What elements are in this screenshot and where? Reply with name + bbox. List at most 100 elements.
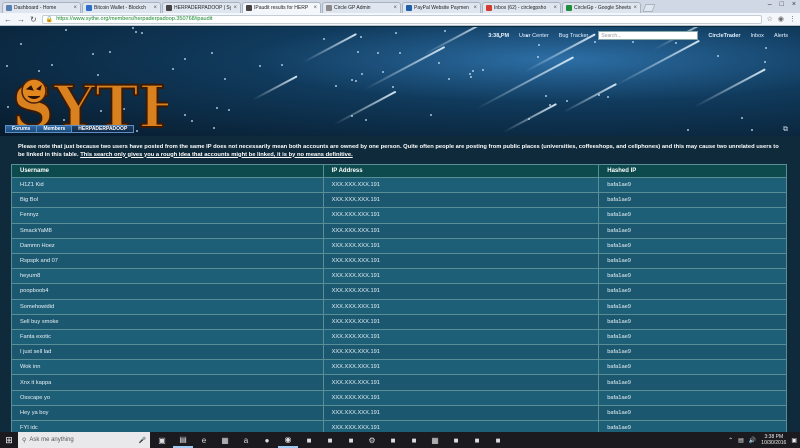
forward-icon[interactable]: → [17,15,25,24]
calculator-icon[interactable]: ▦ [425,432,445,448]
tab-title: Inbox (62) - circlegpsho [494,5,547,11]
username-cell[interactable]: Xnx it kappa [11,374,324,391]
tab-close-icon[interactable]: × [73,5,77,11]
address-bar[interactable]: 🔒 https://www.sythe.org/members/herpader… [41,14,762,24]
top-nav: 3:38 PM User Center Bug Tracker Search..… [488,31,788,40]
inbox-link[interactable]: Inbox [750,33,763,39]
close-window-icon[interactable]: × [792,1,796,8]
star-icon[interactable]: ☆ [767,15,773,23]
app-icon-6[interactable]: ■ [446,432,466,448]
tab-close-icon[interactable]: × [233,5,237,11]
back-icon[interactable]: ← [4,15,12,24]
tray-chevron-icon[interactable]: ⌃ [728,437,733,444]
username-cell[interactable]: Osscape yo [11,389,324,406]
browser-tab[interactable]: PayPal Website Paymen × [402,2,481,13]
app-icon-7[interactable]: ■ [467,432,487,448]
username-cell[interactable]: Sell buy smoke [11,313,324,330]
network-icon[interactable]: ▤ [738,437,744,444]
username-cell[interactable]: H1Z1 Kid [11,176,324,194]
username-cell[interactable]: FYI idc [11,419,324,432]
star-dot [108,50,111,53]
bug-tracker-link[interactable]: Bug Tracker [559,33,589,39]
browser-tab[interactable]: Inbox (62) - circlegpsho × [482,2,561,13]
app-icon-4[interactable]: ■ [383,432,403,448]
tab-close-icon[interactable]: × [633,5,637,11]
tab-title: Circle GP Admin [334,5,371,11]
tab-close-icon[interactable]: × [313,5,317,11]
tab-close-icon[interactable]: × [553,5,557,11]
username-cell[interactable]: I just sell lad [11,344,324,361]
folder-icon[interactable]: ▤ [173,432,193,448]
menu-icon[interactable]: ⋮ [789,15,796,23]
star-dot [350,79,353,82]
steam-icon[interactable]: ⚙ [362,432,382,448]
maximize-icon[interactable]: □ [780,1,784,8]
app-icon-8[interactable]: ■ [488,432,508,448]
task-view-icon[interactable]: ▣ [152,432,172,448]
microphone-icon[interactable]: 🎤 [139,437,146,444]
tab-close-icon[interactable]: × [473,5,477,11]
new-tab-button[interactable] [642,4,656,12]
browser-tab[interactable]: Bitcoin Wallet - Blockch × [82,2,161,13]
browser-tab[interactable]: IPaudit results for HERP × [242,2,321,13]
username-cell[interactable]: heyum8 [11,268,324,285]
star-dot [223,78,226,81]
user-center-link[interactable]: User Center [519,33,549,39]
breadcrumb-forums[interactable]: Forums [5,125,38,133]
notifications-icon[interactable]: ▣ [791,437,797,444]
tab-close-icon[interactable]: × [153,5,157,11]
amazon-icon[interactable]: a [236,432,256,448]
main-content: Please note that just because two users … [0,136,800,432]
taskbar-clock[interactable]: 3:38 PM 10/30/2016 [761,434,786,446]
site-search-input[interactable]: Search... [598,31,699,40]
reload-icon[interactable]: ↻ [30,15,37,24]
username-cell[interactable]: Dammn Hoez [11,237,324,254]
extension-icon[interactable]: ◉ [778,15,784,23]
app-icon[interactable]: ■ [299,432,319,448]
volume-icon[interactable]: 🔊 [749,437,756,444]
tab-close-icon[interactable]: × [393,5,397,11]
cortana-placeholder: Ask me anything [29,437,74,443]
breadcrumb-members[interactable]: Members [36,125,73,133]
username-cell[interactable]: poopboob4 [11,283,324,300]
breadcrumb-user[interactable]: HERPADERPADOOP [71,125,135,133]
star-dot [482,69,485,72]
table-row: Hey ya boy XXX.XXX.XXX.191 bafa1ae9 [11,404,787,422]
app-icon-3[interactable]: ■ [341,432,361,448]
edge-icon[interactable]: e [194,432,214,448]
ip-address-cell: XXX.XXX.XXX.191 [322,344,600,361]
browser-tab[interactable]: CircleGp - Google Sheets × [562,2,641,13]
browser-tab[interactable]: Dashboard - Home × [2,2,81,13]
star-dot [594,40,597,43]
cortana-search[interactable]: ⚲ Ask me anything 🎤 [18,432,150,448]
username-cell[interactable]: Big Bol [11,192,324,209]
username-cell[interactable]: Somehowidid [11,298,324,315]
username-cell[interactable]: Fanta exotic [11,328,324,346]
tab-favicon-icon [486,5,492,11]
taskbar-date: 10/30/2016 [761,440,787,446]
app-icon-2[interactable]: ■ [320,432,340,448]
app-icon-5[interactable]: ■ [404,432,424,448]
star-dot [565,100,568,103]
ip-address-cell: XXX.XXX.XXX.191 [322,298,600,315]
expand-icon[interactable]: ⧉ [783,126,788,134]
browser-tab[interactable]: Circle GP Admin × [322,2,401,13]
store-icon[interactable]: ▦ [215,432,235,448]
username-cell[interactable]: Hey ya boy [11,404,324,422]
star-dot [443,29,446,32]
browser-tab[interactable]: HERPADERPADOOP | Syt × [162,2,241,13]
star-dot [764,61,767,64]
username-cell[interactable]: SmackYaM8 [11,222,324,239]
alerts-link[interactable]: Alerts [774,33,788,39]
ip-address-cell: XXX.XXX.XXX.191 [322,389,600,406]
firefox-icon[interactable]: ● [257,432,277,448]
chrome-icon[interactable]: ◉ [278,432,298,448]
username-cell[interactable]: Fennyz [11,207,324,224]
minimize-icon[interactable]: – [768,1,772,8]
username-cell[interactable]: Wok inn [11,359,324,376]
hashed-ip-cell: bafa1ae9 [598,268,787,285]
ipaudit-table: Username IP Address Hashed IP H1Z1 Kid XX… [11,164,787,432]
username-cell[interactable]: Rspspk and 07 [11,252,324,270]
windows-start-icon[interactable]: ⊞ [0,432,18,448]
username-link[interactable]: CircleTrader [708,33,740,39]
